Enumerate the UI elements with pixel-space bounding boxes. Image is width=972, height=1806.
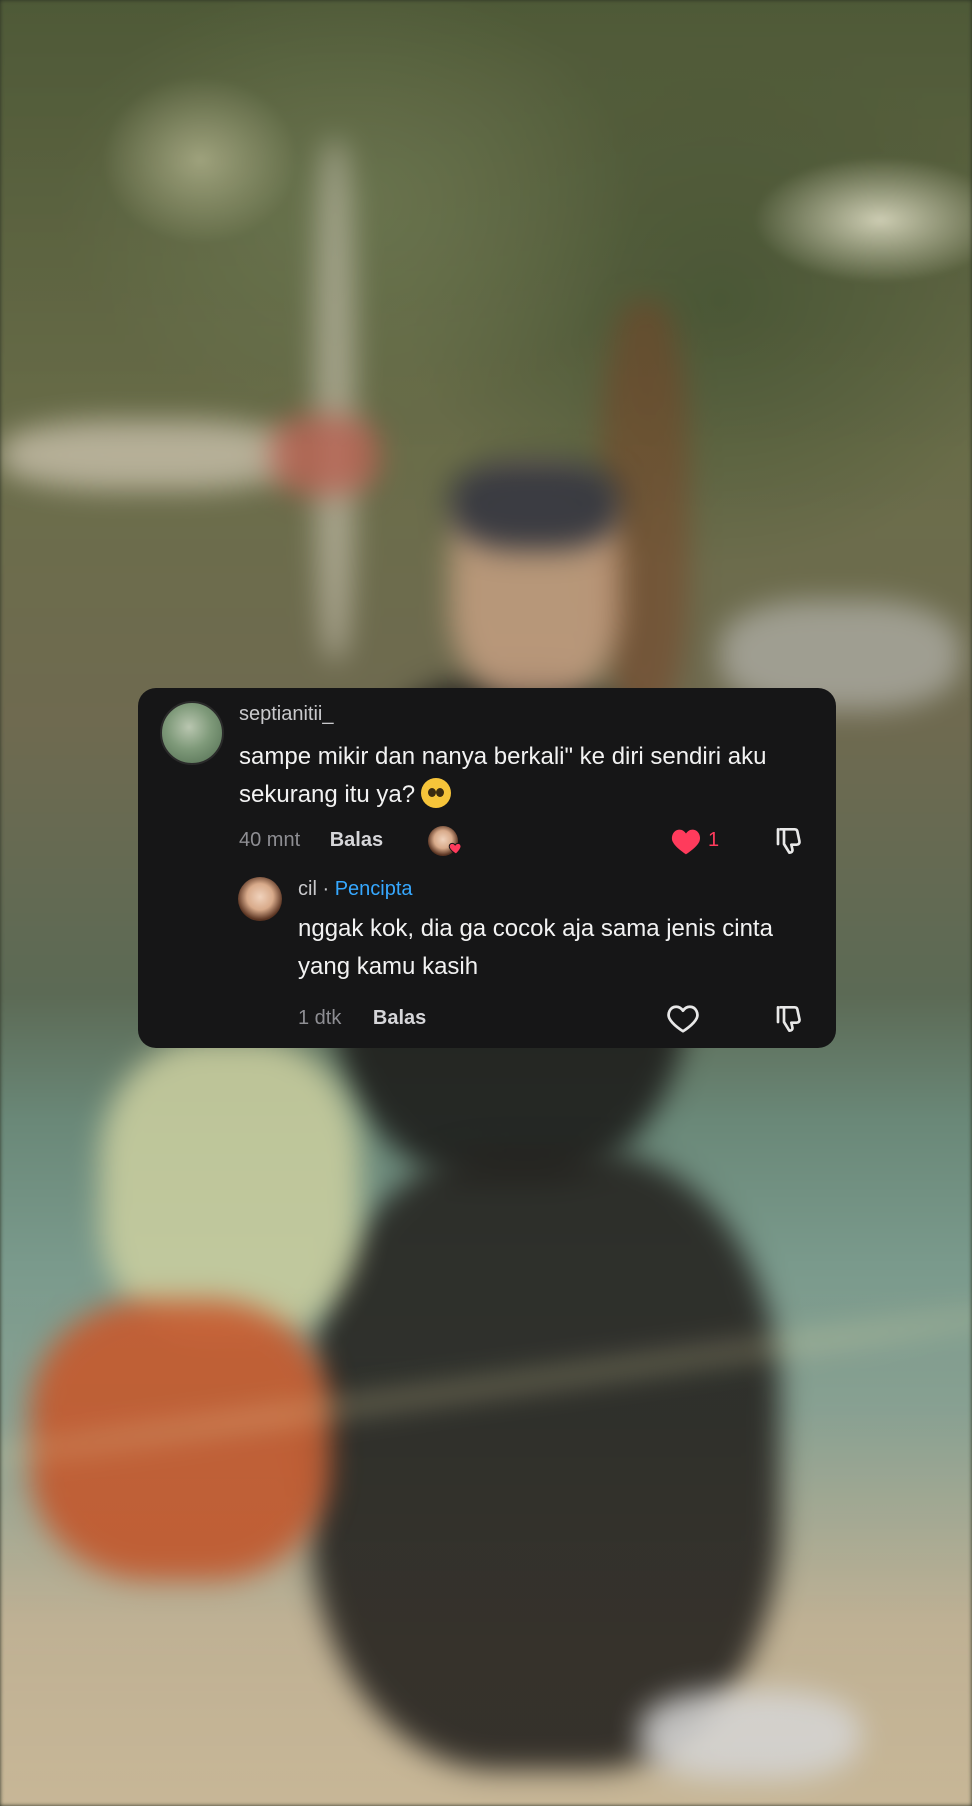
reply-separator: · [322, 878, 330, 900]
reply-time: 1 dtk [298, 1007, 342, 1029]
reply-header: cil · Pencipta [298, 878, 413, 901]
comment-meta: 40 mnt Balas [239, 829, 383, 852]
reply-username[interactable]: cil [298, 878, 317, 900]
commenter-avatar[interactable] [160, 701, 224, 765]
reply-like-heart-icon[interactable] [666, 1004, 700, 1034]
creator-liked-heart-icon [448, 842, 462, 855]
reply-dislike-icon[interactable] [774, 1002, 806, 1034]
comment-text: sampe mikir dan nanya berkali" ke diri s… [239, 738, 819, 814]
comment-reply-button[interactable]: Balas [330, 829, 383, 851]
commenter-username[interactable]: septianitii_ [239, 703, 334, 726]
reply-text: nggak kok, dia ga cocok aja sama jenis c… [298, 915, 773, 980]
comment-body: sampe mikir dan nanya berkali" ke diri s… [239, 743, 767, 808]
comment-time: 40 mnt [239, 829, 301, 851]
dislike-icon[interactable] [774, 824, 806, 856]
like-count: 1 [708, 829, 720, 851]
reply-meta: 1 dtk Balas [298, 1007, 426, 1030]
like-heart-icon[interactable] [670, 826, 702, 856]
creator-badge: Pencipta [334, 878, 413, 900]
pleading-face-emoji-icon [421, 778, 452, 808]
reply-avatar[interactable] [238, 877, 282, 921]
comment-card: septianitii_ sampe mikir dan nanya berka… [138, 688, 836, 1048]
reply-reply-button[interactable]: Balas [373, 1007, 426, 1029]
